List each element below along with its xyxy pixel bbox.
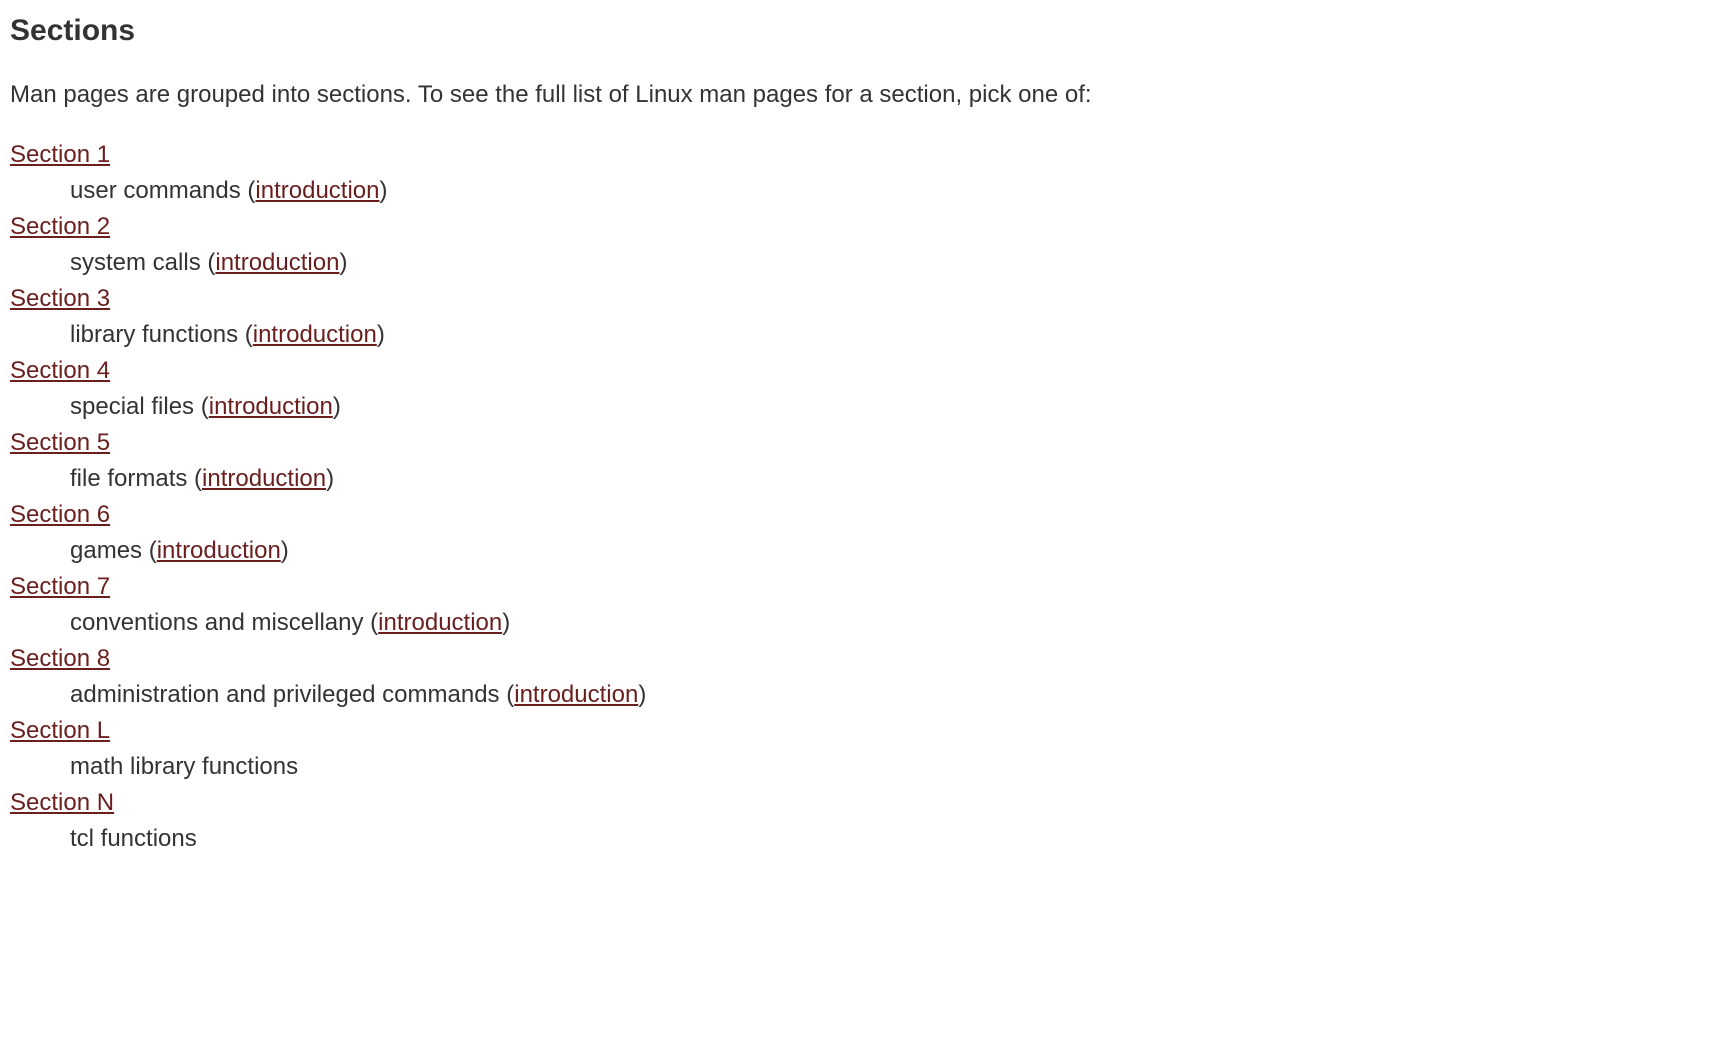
introduction-link[interactable]: introduction xyxy=(215,249,339,276)
section-description: special files (introduction) xyxy=(70,389,1724,425)
section-description-text: administration and privileged commands xyxy=(70,681,500,708)
section-definition-list: Section 1 user commands (introduction) Sec… xyxy=(10,137,1724,857)
section-term: Section N xyxy=(10,785,1724,821)
section-term: Section L xyxy=(10,713,1724,749)
section-term: Section 4 xyxy=(10,353,1724,389)
section-description: games (introduction) xyxy=(70,533,1724,569)
section-term: Section 6 xyxy=(10,497,1724,533)
section-link[interactable]: Section 5 xyxy=(10,429,110,456)
section-term: Section 5 xyxy=(10,425,1724,461)
section-description: administration and privileged commands (… xyxy=(70,677,1724,713)
section-link[interactable]: Section 1 xyxy=(10,141,110,168)
section-description-text: special files xyxy=(70,393,194,420)
section-description-text: math library functions xyxy=(70,753,298,780)
section-link[interactable]: Section 4 xyxy=(10,357,110,384)
section-link[interactable]: Section L xyxy=(10,717,110,744)
section-term: Section 8 xyxy=(10,641,1724,677)
introduction-link[interactable]: introduction xyxy=(378,609,502,636)
introduction-link[interactable]: introduction xyxy=(255,177,379,204)
section-description: system calls (introduction) xyxy=(70,245,1724,281)
introduction-link[interactable]: introduction xyxy=(202,465,326,492)
section-description: conventions and miscellany (introduction… xyxy=(70,605,1724,641)
section-link[interactable]: Section 6 xyxy=(10,501,110,528)
section-description: tcl functions xyxy=(70,821,1724,857)
section-link[interactable]: Section 2 xyxy=(10,213,110,240)
section-description-text: file formats xyxy=(70,465,187,492)
intro-paragraph: Man pages are grouped into sections. To … xyxy=(10,77,1724,113)
introduction-link[interactable]: introduction xyxy=(514,681,638,708)
section-description: library functions (introduction) xyxy=(70,317,1724,353)
section-link[interactable]: Section N xyxy=(10,789,114,816)
section-description-text: system calls xyxy=(70,249,201,276)
section-description-text: games xyxy=(70,537,142,564)
section-link[interactable]: Section 8 xyxy=(10,645,110,672)
section-term: Section 2 xyxy=(10,209,1724,245)
section-description-text: conventions and miscellany xyxy=(70,609,364,636)
sections-heading: Sections xyxy=(10,8,1724,53)
introduction-link[interactable]: introduction xyxy=(157,537,281,564)
introduction-link[interactable]: introduction xyxy=(253,321,377,348)
section-description: math library functions xyxy=(70,749,1724,785)
section-term: Section 1 xyxy=(10,137,1724,173)
section-term: Section 3 xyxy=(10,281,1724,317)
section-link[interactable]: Section 7 xyxy=(10,573,110,600)
section-description-text: user commands xyxy=(70,177,241,204)
section-link[interactable]: Section 3 xyxy=(10,285,110,312)
section-description: file formats (introduction) xyxy=(70,461,1724,497)
section-description-text: tcl functions xyxy=(70,825,197,852)
introduction-link[interactable]: introduction xyxy=(209,393,333,420)
section-description: user commands (introduction) xyxy=(70,173,1724,209)
section-description-text: library functions xyxy=(70,321,238,348)
section-term: Section 7 xyxy=(10,569,1724,605)
